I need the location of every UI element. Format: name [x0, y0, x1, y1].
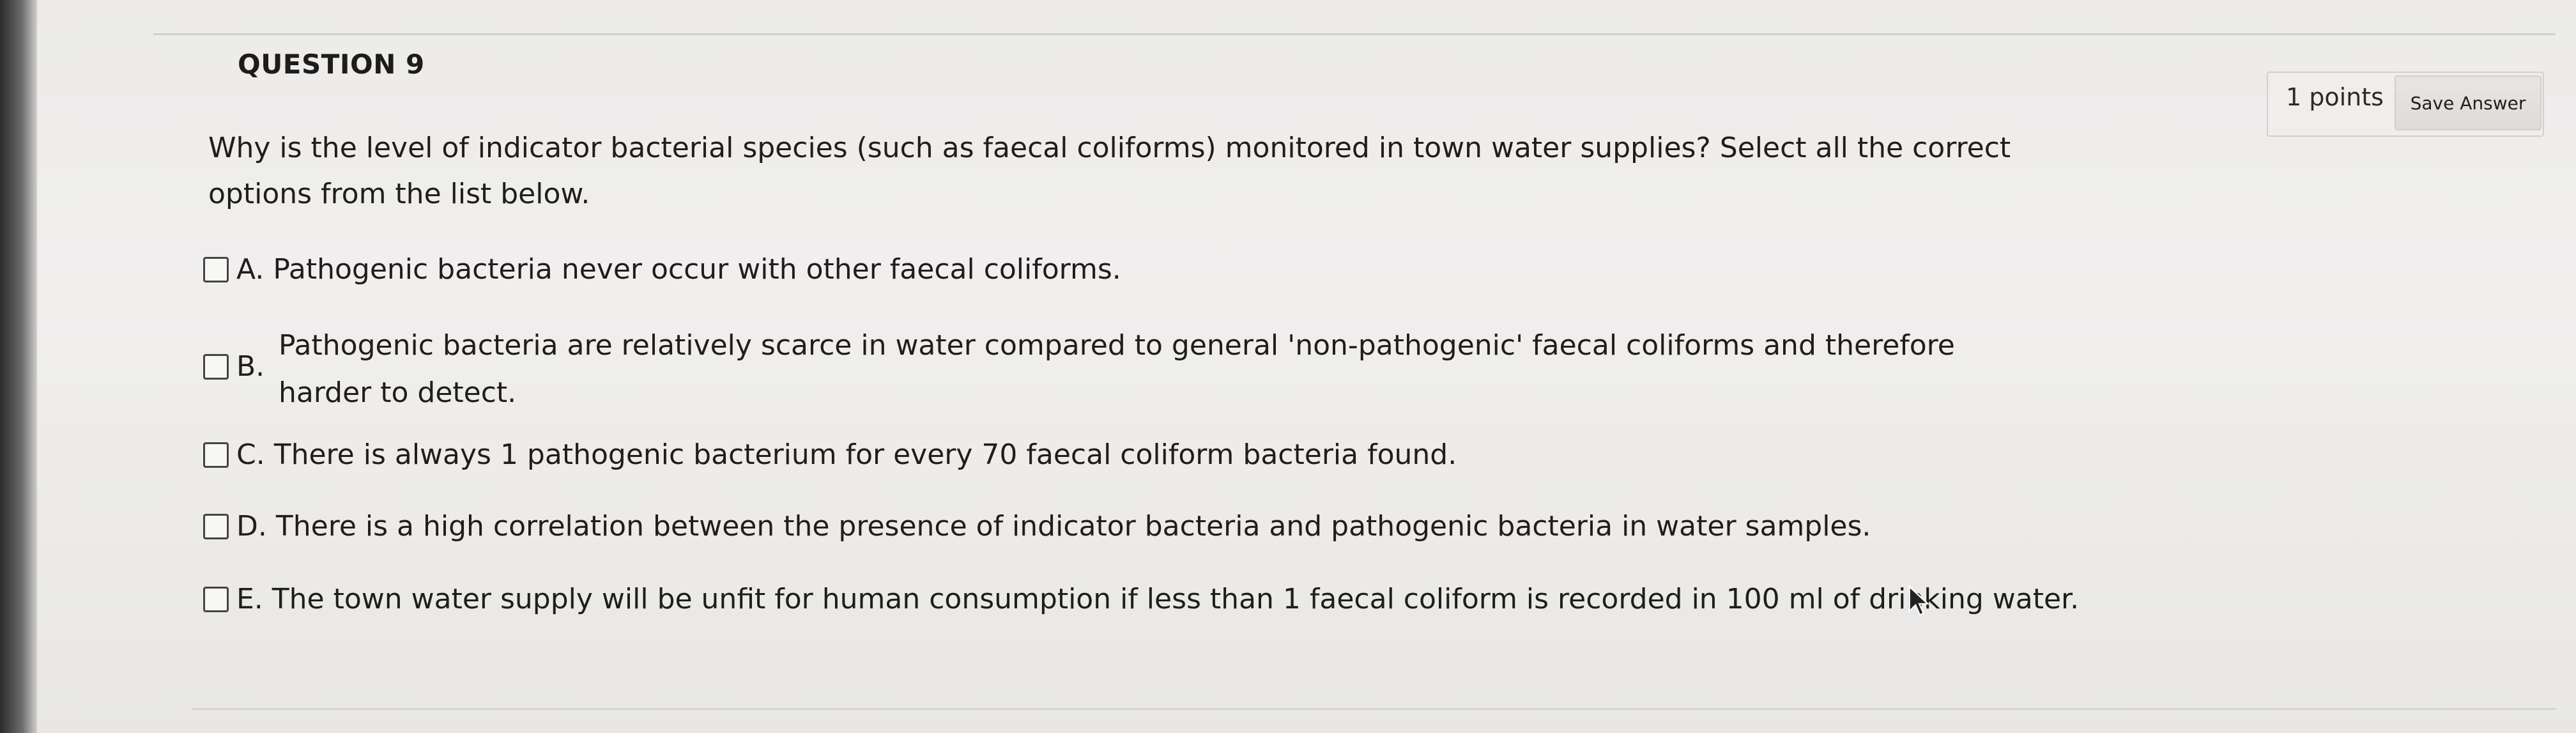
- question-text: Why is the level of indicator bacterial …: [208, 132, 2011, 210]
- mouse-pointer-icon: [1908, 585, 1930, 616]
- option-e-letter: E.: [236, 583, 263, 615]
- checkbox-b-icon[interactable]: [203, 353, 229, 380]
- option-a-letter: A.: [236, 253, 264, 286]
- option-b[interactable]: B.: [203, 350, 273, 383]
- option-a[interactable]: A. Pathogenic bacteria never occur with …: [203, 253, 1121, 286]
- option-b-text: Pathogenic bacteria are relatively scarc…: [279, 329, 1955, 409]
- option-d[interactable]: D. There is a high correlation between t…: [203, 510, 1871, 543]
- checkbox-d-icon[interactable]: [203, 513, 229, 539]
- save-answer-button[interactable]: Save Answer: [2395, 75, 2542, 130]
- option-b-letter: B.: [236, 350, 265, 383]
- quiz-page: QUESTION 9 1 points Save Answer Why is t…: [0, 0, 2576, 733]
- checkbox-c-icon[interactable]: [203, 442, 229, 468]
- top-divider: [153, 33, 2556, 35]
- option-c[interactable]: C. There is always 1 pathogenic bacteriu…: [203, 438, 1457, 471]
- option-e-text: The town water supply will be unfit for …: [272, 583, 2080, 615]
- checkbox-a-icon[interactable]: [203, 256, 229, 282]
- option-c-text: There is always 1 pathogenic bacterium f…: [273, 438, 1457, 471]
- points-label: 1 points: [2286, 83, 2384, 111]
- option-d-text: There is a high correlation between the …: [275, 510, 1871, 543]
- option-d-letter: D.: [236, 510, 267, 543]
- option-e[interactable]: E. The town water supply will be unfit f…: [203, 583, 2079, 615]
- screen-edge: [0, 0, 37, 733]
- option-c-letter: C.: [236, 438, 265, 471]
- question-title: QUESTION 9: [238, 49, 425, 80]
- bottom-divider: [192, 708, 2556, 710]
- checkbox-e-icon[interactable]: [203, 586, 229, 612]
- option-a-text: Pathogenic bacteria never occur with oth…: [273, 253, 1121, 286]
